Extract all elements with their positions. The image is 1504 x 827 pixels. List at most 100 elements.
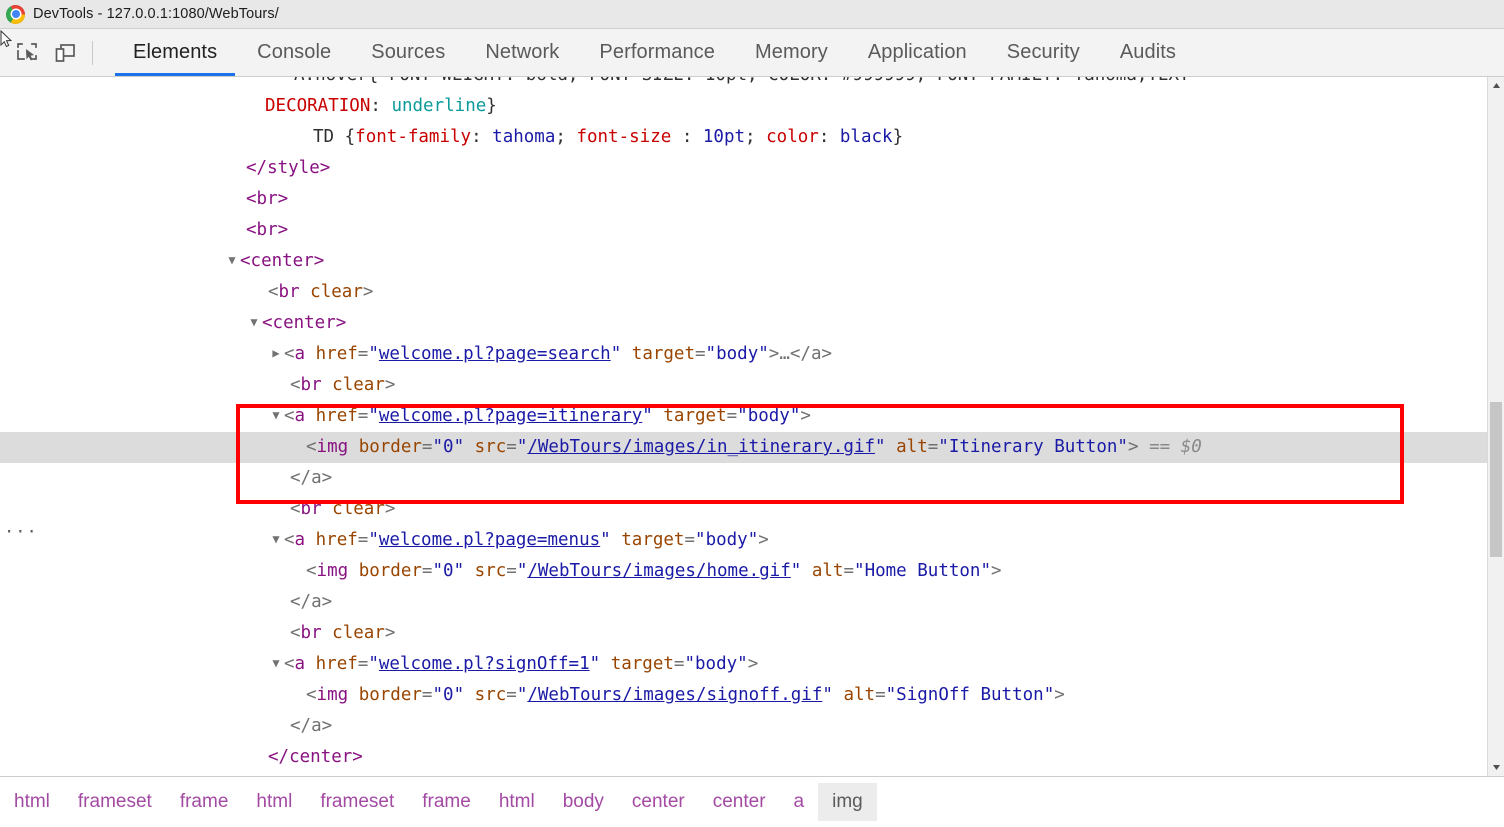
css-colon: : bbox=[370, 96, 392, 116]
tab-network[interactable]: Network bbox=[465, 29, 579, 76]
tree-row-img-signoff[interactable]: <img border="0" src="/WebTours/images/si… bbox=[0, 680, 1504, 711]
devtools-toolbar: Elements Console Sources Network Perform… bbox=[0, 29, 1504, 77]
brclear-4: <br clear> bbox=[290, 623, 396, 643]
disclosure-triangle-expanded-icon[interactable]: ▼ bbox=[268, 400, 284, 431]
a-search-target: body bbox=[716, 344, 759, 364]
a-signoff-href[interactable]: welcome.pl?signOff=1 bbox=[379, 654, 590, 674]
tree-row-a-close-2[interactable]: </a> bbox=[0, 587, 1504, 618]
tree-row-br-2[interactable]: <br> bbox=[0, 215, 1504, 246]
img-signoff-border: 0 bbox=[443, 685, 454, 705]
tab-sources[interactable]: Sources bbox=[351, 29, 465, 76]
a-signoff-target: body bbox=[695, 654, 738, 674]
breadcrumb-item-frame-2[interactable]: frame bbox=[408, 783, 485, 821]
breadcrumb-item-html-2[interactable]: html bbox=[242, 783, 306, 821]
a-close-2: </a> bbox=[290, 592, 333, 612]
tab-security-label: Security bbox=[1006, 41, 1080, 63]
toolbar-divider bbox=[92, 41, 93, 65]
tree-row-center-inner[interactable]: ▼ <center> bbox=[0, 308, 1504, 339]
brclear-2: <br clear> bbox=[290, 375, 396, 395]
img-itinerary-alt: Itinerary Button bbox=[948, 437, 1118, 457]
tab-application[interactable]: Application bbox=[848, 29, 987, 76]
tab-elements[interactable]: Elements bbox=[113, 29, 237, 76]
tab-performance[interactable]: Performance bbox=[579, 29, 735, 76]
breadcrumb-item-frameset-2[interactable]: frameset bbox=[306, 783, 408, 821]
breadcrumb-item-frameset-1[interactable]: frameset bbox=[64, 783, 166, 821]
a-itinerary-target: body bbox=[747, 406, 790, 426]
breadcrumb-item-img[interactable]: img bbox=[818, 783, 877, 821]
style-close-tag: </style> bbox=[246, 158, 331, 178]
scroll-up-arrow-icon[interactable] bbox=[1488, 77, 1504, 94]
breadcrumb-item-center-2[interactable]: center bbox=[699, 783, 780, 821]
img-home-src[interactable]: /WebTours/images/home.gif bbox=[527, 561, 790, 581]
breadcrumb-item-html-1[interactable]: html bbox=[0, 783, 64, 821]
tree-row-center-close[interactable]: </center> bbox=[0, 742, 1504, 773]
br-tag-2: <br> bbox=[246, 220, 289, 240]
brclear-1: <br clear> bbox=[268, 282, 374, 302]
img-itinerary-src[interactable]: /WebTours/images/in_itinerary.gif bbox=[527, 437, 875, 457]
tree-row-brclear-3[interactable]: <br clear> bbox=[0, 494, 1504, 525]
br-tag-1: <br> bbox=[246, 189, 289, 209]
dom-tree-scrollbar[interactable] bbox=[1487, 77, 1504, 776]
img-itinerary-border: 0 bbox=[443, 437, 454, 457]
breadcrumb-item-a[interactable]: a bbox=[780, 783, 819, 821]
css-td-selector: TD bbox=[313, 127, 335, 147]
center-close-tag: </center> bbox=[268, 747, 363, 767]
tree-row-br-1[interactable]: <br> bbox=[0, 184, 1504, 215]
tree-row-a-close-1[interactable]: </a> bbox=[0, 463, 1504, 494]
scroll-down-arrow-icon[interactable] bbox=[1488, 759, 1504, 776]
collapsed-ancestor-ellipsis[interactable]: ··· bbox=[4, 517, 38, 548]
a-menus-href[interactable]: welcome.pl?page=menus bbox=[379, 530, 600, 550]
tree-row-brclear-2[interactable]: <br clear> bbox=[0, 370, 1504, 401]
tree-row-img-home[interactable]: <img border="0" src="/WebTours/images/ho… bbox=[0, 556, 1504, 587]
tree-row-brclear-4[interactable]: <br clear> bbox=[0, 618, 1504, 649]
a-itinerary-href[interactable]: welcome.pl?page=itinerary bbox=[379, 406, 642, 426]
center-tag-outer: <center> bbox=[240, 251, 325, 271]
disclosure-triangle-expanded-icon[interactable]: ▼ bbox=[246, 307, 262, 338]
inspect-element-icon[interactable] bbox=[8, 34, 46, 72]
disclosure-triangle-collapsed-icon[interactable]: ▶ bbox=[268, 338, 284, 369]
disclosure-triangle-expanded-icon[interactable]: ▼ bbox=[268, 648, 284, 679]
dom-tree-panel[interactable]: A:hover{ FONT-WEIGHT: bold; FONT-SIZE: 1… bbox=[0, 77, 1504, 776]
panel-tabs: Elements Console Sources Network Perform… bbox=[113, 29, 1196, 76]
css-decoration-value: underline bbox=[391, 96, 487, 116]
tree-row-a-close-3[interactable]: </a> bbox=[0, 711, 1504, 742]
breadcrumb-item-html-3[interactable]: html bbox=[485, 783, 549, 821]
tree-row-a-search[interactable]: ▶ <a href="welcome.pl?page=search" target… bbox=[0, 339, 1504, 370]
tree-row-img-itinerary-selected[interactable]: <img border="0" src="/WebTours/images/in… bbox=[0, 432, 1504, 463]
tree-row-css-ahover[interactable]: A:hover{ FONT-WEIGHT: bold; FONT-SIZE: 1… bbox=[0, 77, 1504, 91]
tree-row-center-outer[interactable]: ▼ <center> bbox=[0, 246, 1504, 277]
console-reference-badge: $0 bbox=[1180, 437, 1202, 457]
breadcrumb-item-center-1[interactable]: center bbox=[618, 783, 699, 821]
a-menus-target: body bbox=[705, 530, 748, 550]
disclosure-triangle-expanded-icon[interactable]: ▼ bbox=[224, 245, 240, 276]
tab-console[interactable]: Console bbox=[237, 29, 351, 76]
breadcrumb-item-frame-1[interactable]: frame bbox=[166, 783, 243, 821]
tab-network-label: Network bbox=[485, 41, 560, 63]
img-signoff-src[interactable]: /WebTours/images/signoff.gif bbox=[527, 685, 822, 705]
tab-memory-label: Memory bbox=[755, 41, 828, 63]
chrome-logo-icon bbox=[6, 4, 25, 24]
tree-row-css-td[interactable]: TD {font-family: tahoma; font-size : 10p… bbox=[0, 122, 1504, 153]
tree-row-a-signoff[interactable]: ▼ <a href="welcome.pl?signOff=1" target="… bbox=[0, 649, 1504, 680]
tab-security[interactable]: Security bbox=[987, 29, 1100, 76]
tree-row-a-menus[interactable]: ▼ <a href="welcome.pl?page=menus" target=… bbox=[0, 525, 1504, 556]
css-decoration-key: DECORATION bbox=[265, 96, 371, 116]
tree-row-a-itinerary[interactable]: ▼ <a href="welcome.pl?page=itinerary" tar… bbox=[0, 401, 1504, 432]
tab-console-label: Console bbox=[257, 41, 332, 63]
scrollbar-thumb[interactable] bbox=[1490, 402, 1502, 557]
device-toolbar-icon[interactable] bbox=[46, 34, 84, 72]
a-close-3: </a> bbox=[290, 716, 333, 736]
tree-row-style-close[interactable]: </style> bbox=[0, 153, 1504, 184]
window-title-bar: DevTools - 127.0.0.1:1080/WebTours/ bbox=[0, 0, 1504, 29]
tree-row-brclear-1[interactable]: <br clear> bbox=[0, 277, 1504, 308]
a-search-href[interactable]: welcome.pl?page=search bbox=[379, 344, 611, 364]
tab-memory[interactable]: Memory bbox=[735, 29, 848, 76]
tree-row-css-decoration[interactable]: DECORATION: underline} bbox=[0, 91, 1504, 122]
tab-elements-label: Elements bbox=[133, 41, 218, 63]
tab-audits-label: Audits bbox=[1119, 41, 1177, 63]
tab-audits[interactable]: Audits bbox=[1100, 29, 1196, 76]
brclear-3: <br clear> bbox=[290, 499, 396, 519]
disclosure-triangle-expanded-icon[interactable]: ▼ bbox=[268, 524, 284, 555]
tab-performance-label: Performance bbox=[599, 41, 715, 63]
breadcrumb-item-body[interactable]: body bbox=[549, 783, 618, 821]
